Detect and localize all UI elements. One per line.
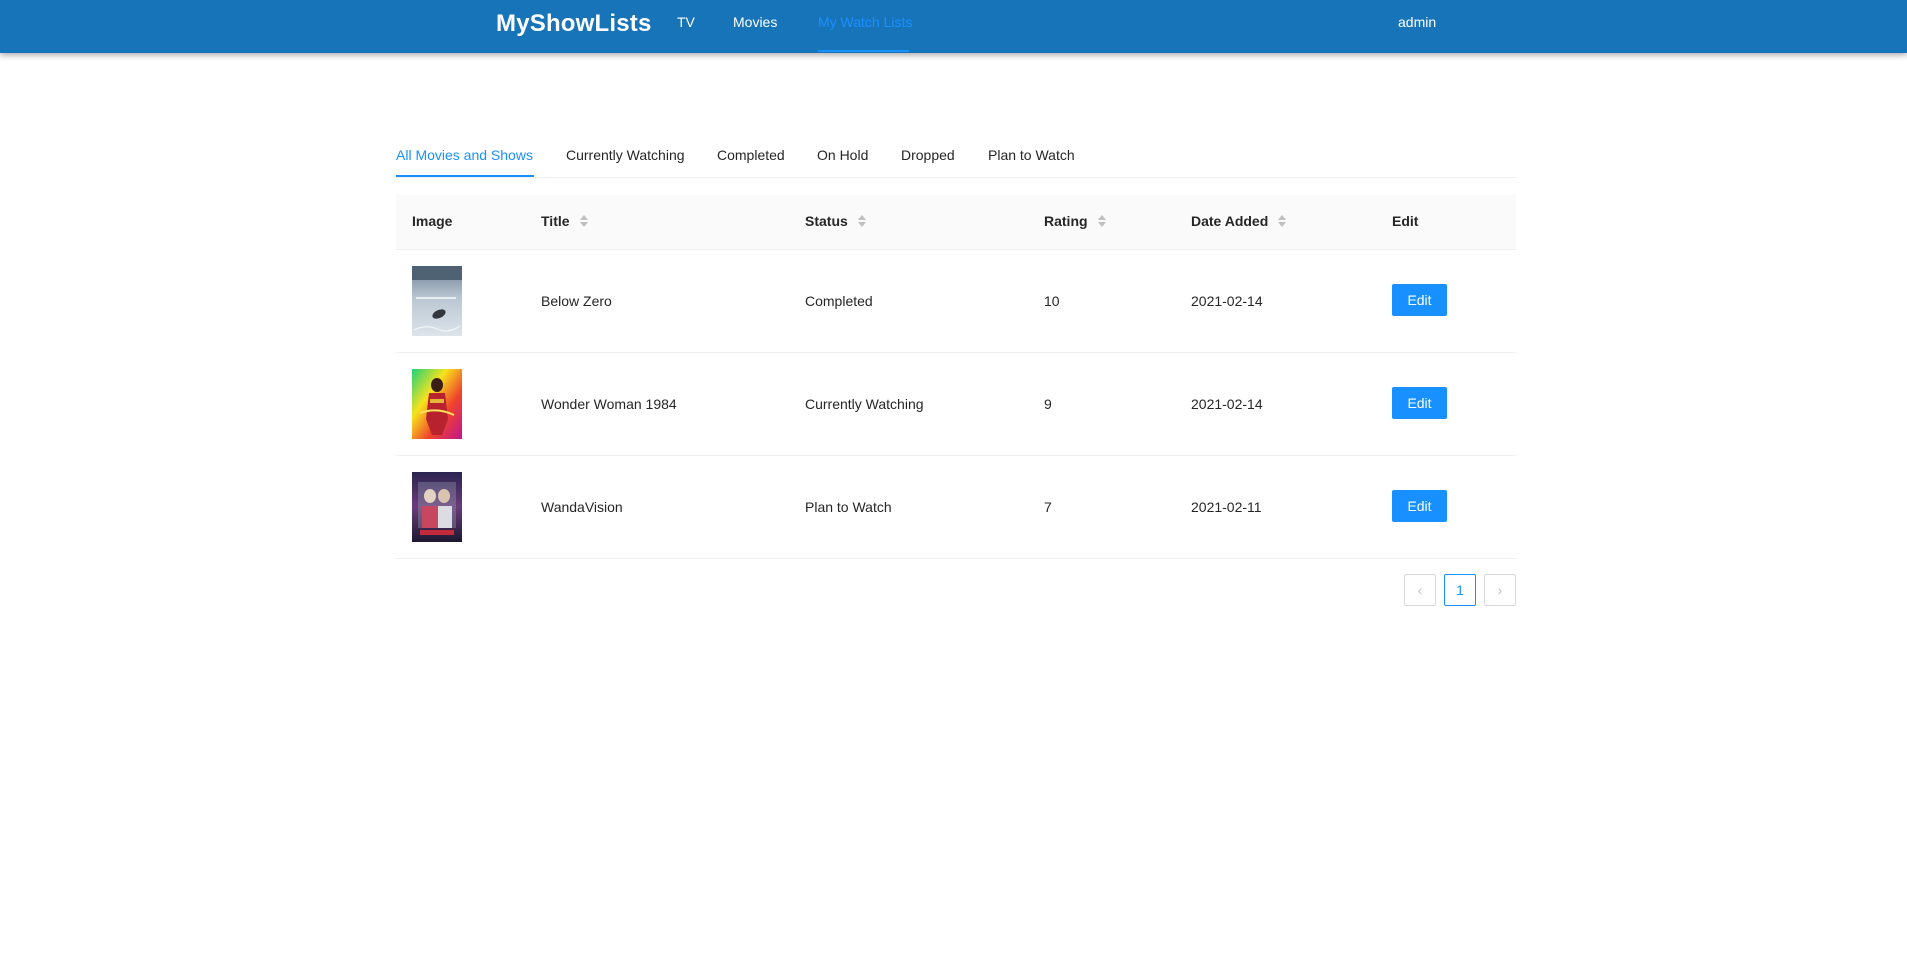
- sort-caret-icon[interactable]: [1278, 215, 1287, 228]
- brand-logo[interactable]: MyShowLists: [496, 10, 652, 38]
- poster-thumbnail: [412, 472, 462, 542]
- row-title: Below Zero: [541, 293, 612, 309]
- poster-thumbnail: [412, 369, 462, 439]
- row-date-added: 2021-02-14: [1191, 396, 1263, 412]
- edit-button[interactable]: Edit: [1392, 284, 1447, 316]
- tab-dropped[interactable]: Dropped: [901, 147, 955, 163]
- sort-caret-icon[interactable]: [1097, 215, 1106, 228]
- tab-completed[interactable]: Completed: [717, 147, 785, 163]
- column-header-label: Title: [541, 213, 570, 229]
- column-header-date-added[interactable]: Date Added: [1191, 213, 1287, 229]
- watchlist-tabs: All Movies and Shows Currently Watching …: [396, 135, 1516, 178]
- row-status: Currently Watching: [805, 396, 924, 412]
- column-header-label: Edit: [1392, 213, 1419, 229]
- nav-my-watch-lists[interactable]: My Watch Lists: [818, 14, 912, 30]
- row-rating: 9: [1044, 396, 1052, 412]
- row-title: Wonder Woman 1984: [541, 396, 677, 412]
- chevron-right-icon[interactable]: ›: [1484, 574, 1516, 606]
- row-rating: 10: [1044, 293, 1060, 309]
- poster-thumbnail: [412, 266, 462, 336]
- row-rating: 7: [1044, 499, 1052, 515]
- column-header-label: Rating: [1044, 213, 1088, 229]
- column-header-edit: Edit: [1392, 213, 1418, 229]
- row-status: Completed: [805, 293, 873, 309]
- top-navbar: MyShowLists TV Movies My Watch Lists adm…: [0, 0, 1907, 53]
- nav-active-indicator: [818, 50, 909, 52]
- nav-movies[interactable]: Movies: [733, 14, 777, 30]
- column-header-label: Date Added: [1191, 213, 1269, 229]
- table-row: WandaVision Plan to Watch 7 2021-02-11 E…: [396, 456, 1516, 559]
- page-1-button[interactable]: 1: [1444, 574, 1476, 606]
- table-row: Below Zero Completed 10 2021-02-14 Edit: [396, 250, 1516, 353]
- column-header-rating[interactable]: Rating: [1044, 213, 1106, 229]
- table-header: Image Title Status Rating Date Added Edi…: [396, 195, 1516, 250]
- row-status: Plan to Watch: [805, 499, 892, 515]
- user-menu[interactable]: admin: [1398, 14, 1436, 30]
- column-header-image: Image: [412, 213, 452, 229]
- row-date-added: 2021-02-14: [1191, 293, 1263, 309]
- tab-currently-watching[interactable]: Currently Watching: [566, 147, 685, 163]
- table-row: Wonder Woman 1984 Currently Watching 9 2…: [396, 353, 1516, 456]
- edit-button[interactable]: Edit: [1392, 490, 1447, 522]
- column-header-title[interactable]: Title: [541, 213, 588, 229]
- sort-caret-icon[interactable]: [857, 215, 866, 228]
- column-header-label: Image: [412, 213, 453, 229]
- tab-plan-to-watch[interactable]: Plan to Watch: [988, 147, 1075, 163]
- tab-all-movies-and-shows[interactable]: All Movies and Shows: [396, 147, 533, 163]
- row-title: WandaVision: [541, 499, 623, 515]
- edit-button[interactable]: Edit: [1392, 387, 1447, 419]
- watchlist-table: Image Title Status Rating Date Added Edi…: [396, 195, 1516, 559]
- tab-on-hold[interactable]: On Hold: [817, 147, 868, 163]
- row-date-added: 2021-02-11: [1191, 499, 1262, 515]
- tab-active-indicator: [396, 175, 534, 177]
- column-header-status[interactable]: Status: [805, 213, 866, 229]
- pagination: ‹ 1 ›: [1404, 574, 1516, 606]
- nav-tv[interactable]: TV: [677, 14, 695, 30]
- column-header-label: Status: [805, 213, 848, 229]
- sort-caret-icon[interactable]: [579, 215, 588, 228]
- chevron-left-icon[interactable]: ‹: [1404, 574, 1436, 606]
